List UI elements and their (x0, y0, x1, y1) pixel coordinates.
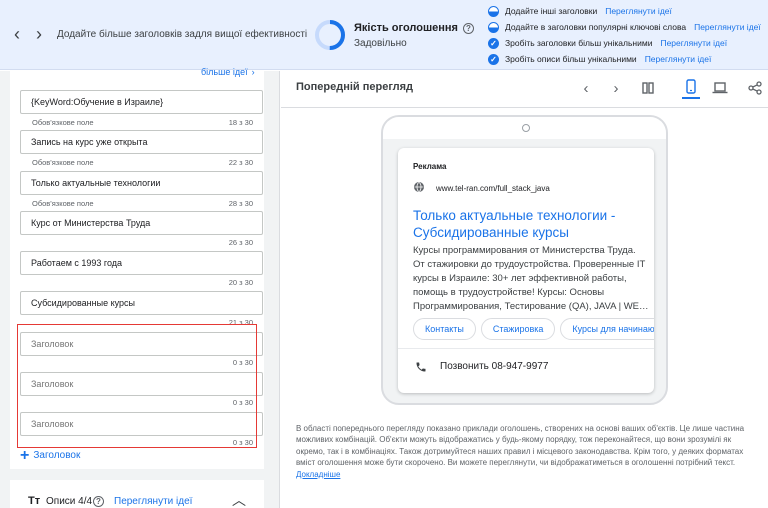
char-counter: 28 з 30 (228, 199, 253, 208)
chevron-left-icon[interactable]: ‹ (9, 25, 25, 43)
view-ideas-link[interactable]: Переглянути ідеї (660, 38, 727, 48)
text-format-icon: Tт (28, 495, 41, 507)
phone-top-bar (383, 117, 666, 139)
camera-icon (522, 124, 530, 132)
ad-description: Курсы программирования от Министерства Т… (413, 245, 649, 312)
phone-frame: Реклама www.tel-ran.com/full_stack_java … (381, 115, 668, 405)
divider (281, 107, 768, 108)
headline-input[interactable] (20, 90, 263, 114)
help-icon[interactable]: ? (93, 496, 104, 507)
char-counter: 26 з 30 (228, 238, 253, 247)
suggestions-list: Додайте інші заголовки Переглянути ідеї … (488, 3, 761, 67)
suggestion-text: Додайте в заголовки популярні ключові сл… (505, 22, 687, 32)
suggestion-item: ✓ Зробіть описи більш унікальними Перегл… (488, 51, 761, 67)
globe-icon (414, 182, 424, 192)
laptop-icon[interactable] (711, 79, 729, 97)
chevron-right-icon: › (251, 67, 255, 77)
more-ideas-link[interactable]: більше ідеї › (201, 67, 255, 77)
sitelink-chip[interactable]: Курсы для начинающ (560, 318, 654, 340)
chevron-right-icon[interactable]: › (31, 25, 47, 43)
learn-more-link[interactable]: Докладніше (296, 470, 340, 479)
columns-view-icon[interactable] (639, 79, 657, 97)
headline-input[interactable] (20, 171, 263, 195)
headline-input-empty[interactable] (20, 372, 263, 396)
required-label: Обов'язкове поле (32, 118, 94, 127)
headline-input[interactable] (20, 251, 263, 275)
suggestion-item: Додайте інші заголовки Переглянути ідеї (488, 3, 761, 19)
ad-strength-value: Задовільно (354, 38, 407, 49)
descriptions-title: Описи 4/4 (46, 496, 93, 507)
plus-icon: + (20, 446, 30, 464)
char-counter: 0 з 30 (232, 358, 253, 367)
smartphone-icon (686, 79, 696, 94)
view-ideas-link[interactable]: Переглянути ідеї (694, 22, 761, 32)
add-headline-label: Заголовок (33, 450, 81, 461)
preview-disclaimer: В області попереднього перегляду показан… (296, 423, 756, 480)
sitelinks-row: Контакты Стажировка Курсы для начинающ (413, 318, 654, 340)
chevron-right-icon[interactable]: › (607, 79, 625, 97)
asset-editor-panel: більше ідеї › Обов'язкове поле 18 з 30 О… (0, 67, 280, 508)
suggestion-text: Зробіть описи більш унікальними (505, 54, 637, 64)
view-ideas-link[interactable]: Переглянути ідеї (605, 6, 672, 16)
headlines-card: більше ідеї › Обов'язкове поле 18 з 30 О… (10, 67, 264, 469)
divider (398, 348, 654, 349)
required-label: Обов'язкове поле (32, 158, 94, 167)
suggestion-item: Додайте в заголовки популярні ключові сл… (488, 19, 761, 35)
progress-circle-icon (488, 21, 499, 33)
char-counter: 0 з 30 (232, 438, 253, 447)
mobile-view-button[interactable] (682, 79, 700, 99)
ad-strength-title: Якість оголошення ? (354, 22, 474, 34)
ad-label: Реклама (413, 162, 447, 171)
help-icon[interactable]: ? (462, 22, 474, 34)
chevron-up-icon[interactable]: ︿ (232, 490, 246, 508)
char-counter: 22 з 30 (228, 158, 253, 167)
call-extension[interactable]: Позвонить 08-947-9977 (440, 361, 548, 372)
char-counter: 0 з 30 (232, 398, 253, 407)
share-icon[interactable] (746, 79, 764, 97)
suggestion-text: Додайте інші заголовки (505, 6, 598, 16)
view-ideas-link[interactable]: Переглянути ідеї (645, 54, 712, 64)
ad-headline[interactable]: Только актуальные технологии - Субсидиро… (413, 207, 645, 241)
progress-circle-icon (488, 5, 499, 17)
ad-strength-gauge-icon (315, 20, 345, 50)
suggestion-item: ✓ Зробіть заголовки більш унікальними Пе… (488, 35, 761, 51)
check-circle-icon: ✓ (488, 53, 499, 65)
add-headline-button[interactable]: + Заголовок (20, 446, 81, 464)
tip-text: Додайте більше заголовків задля вищої еф… (57, 29, 308, 40)
preview-panel: Попередній перегляд ‹ › Реклама www.tel-… (281, 71, 768, 508)
headline-input-empty[interactable] (20, 412, 263, 436)
ad-strength-label: Якість оголошення (354, 22, 458, 34)
phone-call-icon (416, 362, 426, 372)
preview-title: Попередній перегляд (296, 81, 414, 93)
char-counter: 18 з 30 (228, 118, 253, 127)
disclaimer-text: В області попереднього перегляду показан… (296, 424, 745, 468)
descriptions-view-ideas-link[interactable]: Переглянути ідеї (114, 496, 192, 507)
headline-input-empty[interactable] (20, 332, 263, 356)
headline-input[interactable] (20, 211, 263, 235)
ad-preview-card: Реклама www.tel-ran.com/full_stack_java … (398, 148, 654, 393)
check-circle-icon: ✓ (488, 37, 499, 49)
char-counter: 20 з 30 (228, 278, 253, 287)
descriptions-section: Tт Описи 4/4 ? Переглянути ідеї ︿ (10, 480, 264, 508)
sitelink-chip[interactable]: Контакты (413, 318, 476, 340)
headline-input[interactable] (20, 130, 263, 154)
required-label: Обов'язкове поле (32, 199, 94, 208)
ad-display-url: www.tel-ran.com/full_stack_java (436, 184, 550, 193)
char-counter: 21 з 30 (228, 318, 253, 327)
sitelink-chip[interactable]: Стажировка (480, 318, 556, 340)
chevron-left-icon[interactable]: ‹ (577, 79, 595, 97)
ad-strength-bar: ‹ › Додайте більше заголовків задля вищо… (0, 0, 768, 70)
more-ideas-label: більше ідеї (201, 67, 248, 77)
headline-input[interactable] (20, 291, 263, 315)
suggestion-text: Зробіть заголовки більш унікальними (505, 38, 653, 48)
